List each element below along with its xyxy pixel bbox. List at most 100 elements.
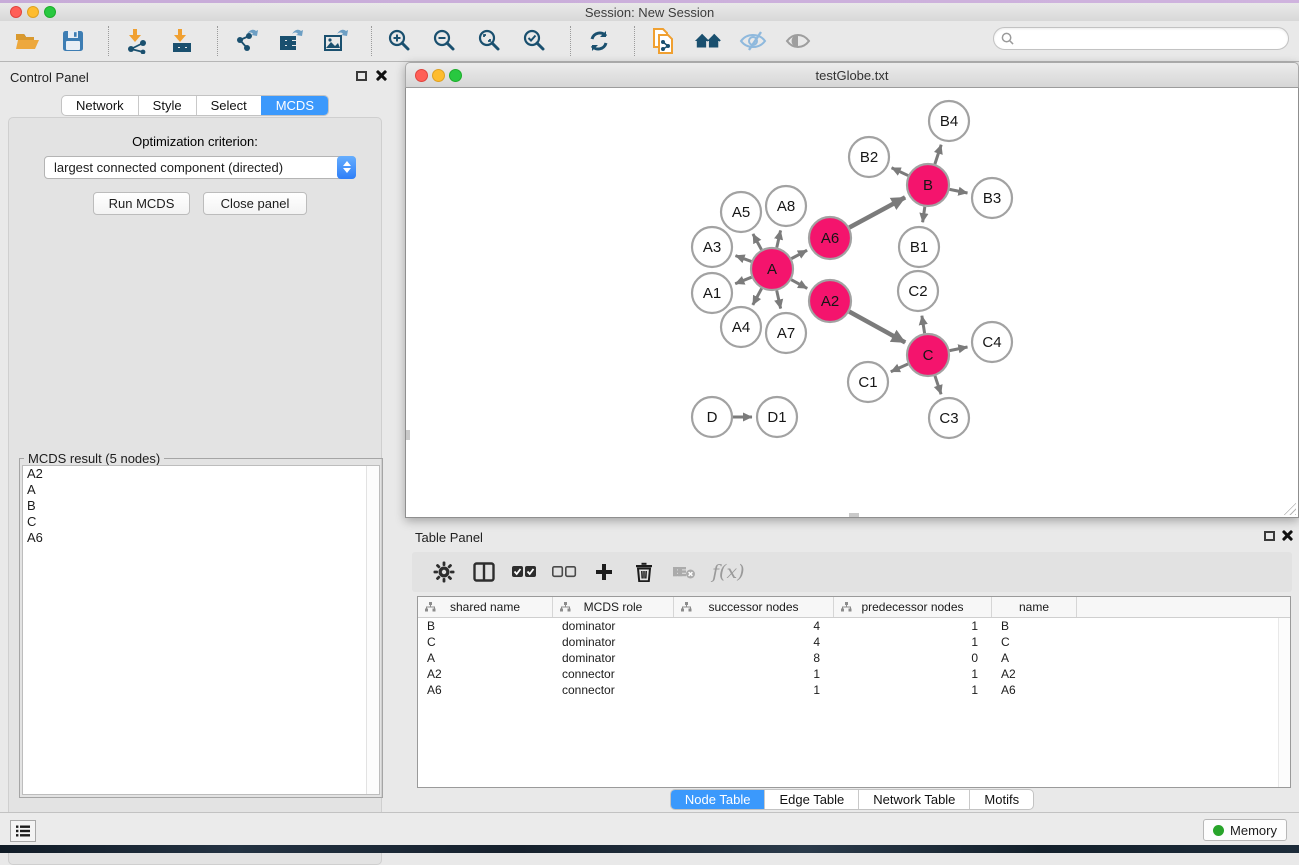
float-panel-icon[interactable]	[356, 71, 367, 81]
column-header-successor-nodes[interactable]: successor nodes	[674, 597, 834, 617]
zoom-out-icon[interactable]	[431, 27, 459, 55]
float-panel-icon[interactable]	[1264, 531, 1275, 541]
refresh-icon[interactable]	[585, 27, 613, 55]
graph-edge-A-A6[interactable]	[791, 250, 807, 258]
delete-column-icon[interactable]	[630, 558, 658, 586]
graph-edge-A-A7[interactable]	[777, 290, 781, 308]
graph-edge-A-A3[interactable]	[735, 256, 751, 262]
mcds-result-list[interactable]: A2ABCA6	[22, 465, 380, 795]
close-panel-button[interactable]: Close panel	[203, 192, 307, 215]
toolbar-separator	[371, 26, 372, 56]
column-header-filler	[1077, 597, 1290, 617]
export-image-icon[interactable]	[322, 27, 350, 55]
graph-node-label: C	[923, 347, 934, 364]
tab-motifs[interactable]: Motifs	[969, 790, 1033, 809]
save-session-icon[interactable]	[59, 27, 87, 55]
graph-edge-B-B2[interactable]	[892, 168, 909, 176]
select-all-icon[interactable]	[510, 558, 538, 586]
zoom-fit-icon[interactable]	[476, 27, 504, 55]
table-cell: dominator	[553, 635, 674, 649]
graph-edge-C-C3[interactable]	[935, 376, 941, 394]
tab-network[interactable]: Network	[62, 96, 138, 115]
search-icon	[1001, 32, 1014, 45]
import-network-icon[interactable]	[123, 27, 151, 55]
graph-edge-C-C1[interactable]	[891, 364, 908, 372]
table-cell: A	[992, 651, 1077, 665]
network-canvas[interactable]: AA2A6BCA1A3A4A5A7A8B1B2B3B4C1C2C3C4DD1	[405, 88, 1299, 518]
graph-edge-A-A5[interactable]	[753, 234, 762, 250]
close-panel-icon[interactable]	[1281, 529, 1294, 542]
tab-select[interactable]: Select	[196, 96, 261, 115]
graph-edge-C-C4[interactable]	[950, 347, 968, 351]
graph-edge-B-B1[interactable]	[923, 207, 925, 222]
column-header-predecessor-nodes[interactable]: predecessor nodes	[834, 597, 992, 617]
graph-edge-A-A4[interactable]	[753, 288, 762, 305]
run-mcds-button[interactable]: Run MCDS	[93, 192, 190, 215]
hide-selected-icon[interactable]	[739, 27, 767, 55]
graph-edge-C-C2[interactable]	[922, 316, 925, 334]
close-panel-icon[interactable]	[375, 69, 388, 82]
graph-edge-A2-C[interactable]	[849, 312, 905, 343]
open-session-icon[interactable]	[14, 27, 42, 55]
mcds-result-item[interactable]: A	[23, 482, 379, 498]
table-cell: 1	[834, 667, 992, 681]
task-history-button[interactable]	[10, 820, 36, 842]
function-builder-icon[interactable]: f(x)	[712, 561, 745, 583]
graph-edge-B-B4[interactable]	[935, 145, 941, 164]
toggle-panel-icon[interactable]	[470, 558, 498, 586]
table-settings-icon[interactable]	[430, 558, 458, 586]
graph-edge-A6-B[interactable]	[849, 197, 905, 227]
home-icon[interactable]	[694, 27, 722, 55]
add-column-icon[interactable]	[590, 558, 618, 586]
show-all-icon[interactable]	[784, 27, 812, 55]
mcds-result-item[interactable]: B	[23, 498, 379, 514]
graph-edge-A-A1[interactable]	[735, 277, 751, 284]
memory-button[interactable]: Memory	[1203, 819, 1287, 841]
tab-node-table[interactable]: Node Table	[671, 790, 765, 809]
graph-node-label: B1	[910, 239, 928, 256]
graph-edge-A-A8[interactable]	[777, 230, 781, 247]
graph-node-label: A	[767, 261, 777, 278]
graph-edge-A-A2[interactable]	[791, 280, 807, 289]
import-table-icon[interactable]	[168, 27, 196, 55]
search-field[interactable]	[993, 27, 1289, 50]
search-input[interactable]	[1018, 30, 1288, 48]
scrollbar-track[interactable]	[366, 466, 379, 794]
table-row[interactable]: Cdominator41C	[418, 634, 1290, 650]
mcds-result-item[interactable]: A6	[23, 530, 379, 546]
network-view-window: testGlobe.txt AA2A6BCA1A3A4A5A7A8B1B2B3B…	[405, 62, 1299, 518]
table-row[interactable]: A2connector11A2	[418, 666, 1290, 682]
mcds-tab-content: Optimization criterion: largest connecte…	[8, 117, 382, 865]
canvas-scroll-nub	[406, 430, 410, 440]
deselect-all-icon[interactable]	[550, 558, 578, 586]
column-header-MCDS-role[interactable]: MCDS role	[553, 597, 674, 617]
table-row[interactable]: Adominator80A	[418, 650, 1290, 666]
zoom-in-icon[interactable]	[386, 27, 414, 55]
table-row[interactable]: A6connector11A6	[418, 682, 1290, 698]
column-header-name[interactable]: name	[992, 597, 1077, 617]
app-titlebar[interactable]: Session: New Session	[0, 3, 1299, 21]
criterion-dropdown[interactable]: largest connected component (directed)	[44, 156, 356, 179]
tab-edge-table[interactable]: Edge Table	[764, 790, 858, 809]
export-table-icon[interactable]	[277, 27, 305, 55]
table-cell: A6	[418, 683, 553, 697]
table-row[interactable]: Bdominator41B	[418, 618, 1290, 634]
mcds-result-item[interactable]: C	[23, 514, 379, 530]
tab-style[interactable]: Style	[138, 96, 196, 115]
network-window-titlebar[interactable]: testGlobe.txt	[405, 62, 1299, 88]
control-panel-title: Control Panel	[10, 70, 89, 85]
desktop-wallpaper-bottom	[0, 845, 1299, 853]
zoom-selected-icon[interactable]	[521, 27, 549, 55]
clone-network-icon[interactable]	[649, 27, 677, 55]
mcds-result-item[interactable]: A2	[23, 466, 379, 482]
scrollbar-track[interactable]	[1278, 618, 1290, 787]
graph-node-label: A3	[703, 239, 721, 256]
export-network-icon[interactable]	[232, 27, 260, 55]
tab-network-table[interactable]: Network Table	[858, 790, 969, 809]
tab-mcds[interactable]: MCDS	[261, 96, 328, 115]
toolbar-separator	[108, 26, 109, 56]
graph-edge-B-B3[interactable]	[950, 189, 968, 193]
table-cell: A2	[992, 667, 1077, 681]
delete-table-icon[interactable]	[670, 558, 698, 586]
column-header-shared-name[interactable]: shared name	[418, 597, 553, 617]
